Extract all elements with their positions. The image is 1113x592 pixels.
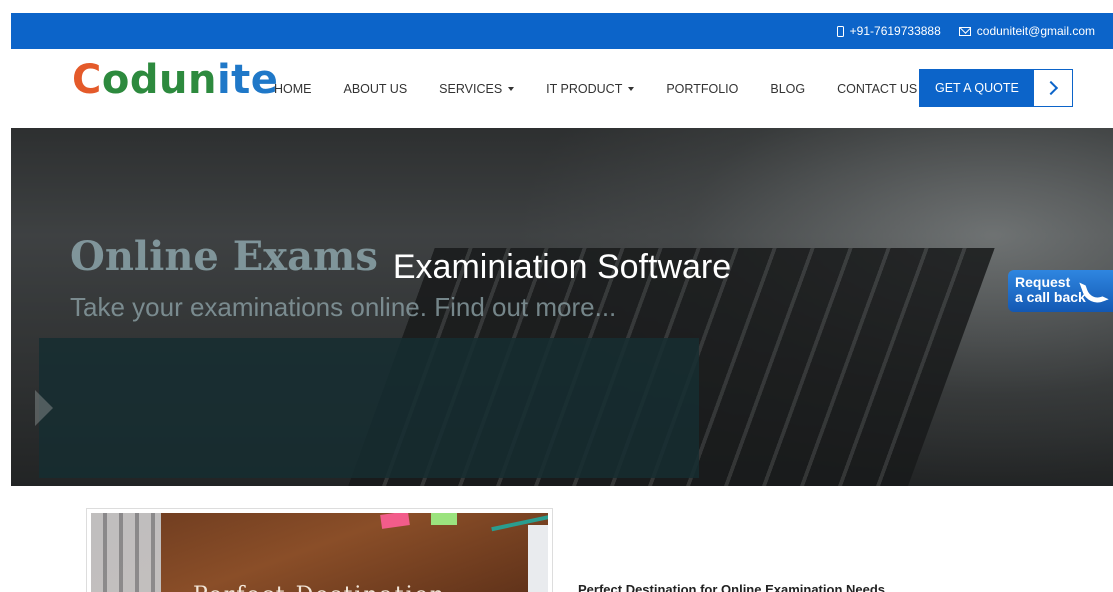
get-a-quote-label: GET A QUOTE <box>920 70 1034 106</box>
nav-contact-us-label: CONTACT US <box>837 81 918 96</box>
logo-letter-c: C <box>72 57 102 103</box>
nav-portfolio-label: PORTFOLIO <box>666 81 739 96</box>
main-navigation: HOME ABOUT US SERVICES IT PRODUCT PORTFO… <box>274 49 949 128</box>
quote-arrow[interactable] <box>1033 70 1072 106</box>
email-address: coduniteit@gmail.com <box>976 24 1095 38</box>
nav-services[interactable]: SERVICES <box>439 81 515 96</box>
logo-text-end: ite <box>216 57 279 103</box>
nav-portfolio[interactable]: PORTFOLIO <box>666 82 738 96</box>
phone-number: +91-7619733888 <box>849 24 941 38</box>
phone-icon <box>836 25 844 37</box>
site-header: Codunite HOME ABOUT US SERVICES IT PRODU… <box>0 49 1113 128</box>
nav-it-product[interactable]: IT PRODUCT <box>546 81 635 96</box>
logo-text-middle: odun <box>101 57 217 103</box>
section-title: Perfect Destination for Online Examinati… <box>578 582 886 592</box>
email-contact[interactable]: coduniteit@gmail.com <box>958 24 1095 38</box>
request-callback-button[interactable]: Request a call back <box>1008 270 1113 312</box>
nav-contact-us[interactable]: CONTACT US <box>837 82 917 96</box>
caret-down-icon <box>508 86 515 91</box>
nav-home[interactable]: HOME <box>274 82 312 96</box>
nav-services-label: SERVICES <box>439 81 503 96</box>
get-a-quote-button[interactable]: GET A QUOTE <box>919 69 1073 107</box>
nav-it-product-label: IT PRODUCT <box>546 81 623 96</box>
nav-home-label: HOME <box>274 81 312 96</box>
nav-blog-label: BLOG <box>770 81 806 96</box>
banner-subtitle: Take your examinations online. Find out … <box>70 292 617 322</box>
paper-graphic <box>528 525 548 592</box>
contact-info: +91-7619733888 coduniteit@gmail.com <box>836 13 1095 49</box>
feature-image: Perfect Destination <box>86 508 553 592</box>
nav-about-us[interactable]: ABOUT US <box>344 82 408 96</box>
nav-about-us-label: ABOUT US <box>343 81 408 96</box>
chevron-right-icon <box>1043 80 1058 96</box>
banner-title: Online Exams <box>70 233 378 280</box>
image-caption: Perfect Destination <box>91 583 548 592</box>
sticky-note-pink <box>380 513 410 529</box>
top-contact-bar: +91-7619733888 coduniteit@gmail.com <box>11 13 1113 49</box>
site-logo[interactable]: Codunite <box>72 57 278 103</box>
caret-down-icon <box>628 86 635 91</box>
calculator-graphic <box>91 513 161 592</box>
sticky-note-green <box>431 513 457 525</box>
phone-contact[interactable]: +91-7619733888 <box>836 24 941 38</box>
desk-photo: Perfect Destination <box>91 513 548 592</box>
envelope-icon <box>958 26 971 36</box>
nav-blog[interactable]: BLOG <box>770 82 805 96</box>
